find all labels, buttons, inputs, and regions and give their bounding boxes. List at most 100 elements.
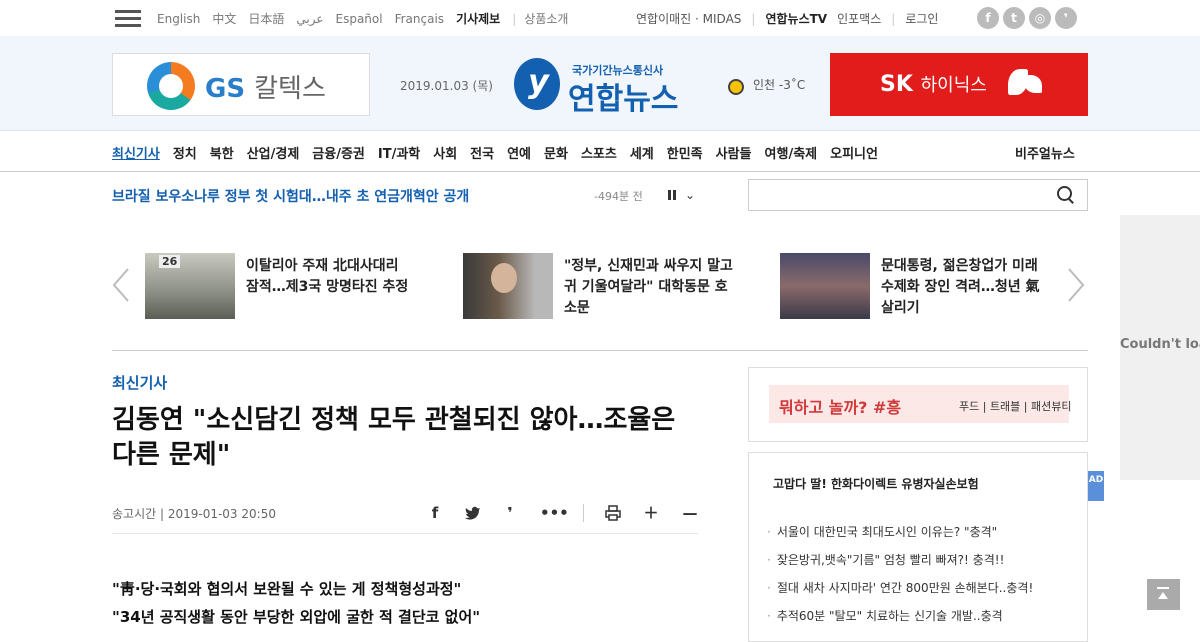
nav-item-travel[interactable]: 여행/축제	[765, 143, 818, 162]
divider: |	[751, 12, 756, 26]
yonhap-logo[interactable]: 국가기간뉴스통신사 연합뉴스	[514, 56, 694, 117]
nav-item-politics[interactable]: 정치	[173, 143, 197, 162]
lang-japanese[interactable]: 日本語	[248, 12, 284, 26]
carousel-thumbnail	[463, 253, 553, 319]
report-link[interactable]: 기사제보	[456, 12, 500, 26]
sk-butterfly-icon	[1008, 69, 1044, 99]
carousel-card[interactable]: 이탈리아 주재 北대사대리 잠적…제3국 망명타진 추정	[145, 253, 445, 319]
search-input[interactable]	[749, 180, 1049, 210]
lang-english[interactable]: English	[157, 12, 200, 26]
top-utility-bar: English 中文 日本語 عربي Español Français 기사제보 | 상품소개…	[0, 0, 1200, 36]
imazine-midas-link[interactable]: 연합이매진 · MIDAS	[636, 12, 741, 26]
kakao-share-icon[interactable]: ❜	[499, 502, 521, 524]
nav-item-it[interactable]: IT/과학	[378, 143, 420, 162]
nav-item-visual-news[interactable]: 비주얼뉴스	[1015, 143, 1075, 162]
ad-badge[interactable]: AD	[1088, 471, 1104, 501]
more-icon[interactable]: •••	[540, 502, 569, 524]
nav-item-finance[interactable]: 금융/증권	[312, 143, 365, 162]
carousel-card[interactable]: "정부, 신재민과 싸우지 말고 귀 기울여달라" 대학동문 호소문	[463, 253, 763, 319]
nav-item-sports[interactable]: 스포츠	[581, 143, 617, 162]
main-nav: 최신기사 정치 북한 산업/경제 금융/증권 IT/과학 사회 전국 연예 문화 스포츠 세계 한민족 사…	[0, 131, 1200, 172]
sidebar-ad-list: 고맙다 딸! 한화다이렉트 유병자실손보험 서울이 대한민국 최대도시인 이유는…	[748, 452, 1088, 642]
nav-item-society[interactable]: 사회	[433, 143, 457, 162]
carousel-card-title: 문대통령, 젊은창업가 미래 수제화 장인 격려…청년 氣살리기	[881, 258, 1040, 316]
instagram-icon[interactable]: ◎	[1029, 7, 1051, 29]
sidebar-ad-item[interactable]: 잦은방귀,뱃속"기름" 엄청 빨리 빠져?! 충격!!	[767, 551, 1033, 568]
carousel-prev-icon[interactable]	[112, 268, 130, 302]
nav-item-national[interactable]: 전국	[470, 143, 494, 162]
infomax-link[interactable]: 인포맥스	[837, 12, 881, 26]
divider: |	[891, 12, 896, 26]
nav-item-north-korea[interactable]: 북한	[210, 143, 234, 162]
menu-icon[interactable]	[115, 10, 141, 28]
font-decrease-icon[interactable]: —	[679, 502, 701, 524]
divider	[112, 533, 698, 534]
lang-arabic[interactable]: عربي	[296, 12, 323, 26]
ticker-time: -494분 전	[594, 190, 643, 203]
nav-item-people[interactable]: 사람들	[716, 143, 752, 162]
carousel-card[interactable]: 문대통령, 젊은창업가 미래 수제화 장인 격려…청년 氣살리기	[780, 253, 1080, 319]
sk-hynix-ad[interactable]: SK 하이닉스	[830, 53, 1088, 116]
site-header: GS 칼텍스 2019.01.03 (목) 국가기간뉴스통신사 연합뉴스 인천 …	[0, 36, 1200, 131]
facebook-icon[interactable]: f	[977, 7, 999, 29]
news-carousel: 이탈리아 주재 北대사대리 잠적…제3국 망명타진 추정 "정부, 신재민과 싸…	[112, 240, 1088, 340]
social-links: f t ◎ ❜	[977, 7, 1081, 29]
yonhap-logo-icon	[514, 58, 560, 110]
sidebar-ad-item[interactable]: 서울이 대한민국 최대도시인 이유는? "충격"	[767, 523, 1033, 540]
weather-text: 인천 -3˚C	[753, 78, 806, 92]
carousel-card-title: 이탈리아 주재 北대사대리 잠적…제3국 망명타진 추정	[246, 258, 409, 295]
twitter-icon[interactable]: t	[1003, 7, 1025, 29]
nav-item-latest[interactable]: 최신기사	[112, 143, 160, 162]
kakao-icon[interactable]: ❜	[1055, 7, 1077, 29]
carousel-next-icon[interactable]	[1067, 268, 1085, 302]
nav-item-opinion[interactable]: 오피니언	[830, 143, 878, 162]
pause-icon[interactable]	[667, 189, 679, 201]
breaking-ticker[interactable]: 브라질 보우소나루 정부 첫 시험대…내주 초 연금개혁안 공개	[112, 186, 469, 206]
current-date: 2019.01.03 (목)	[400, 79, 493, 93]
divider	[112, 350, 1088, 351]
language-links: English 中文 日本語 عربي Español Français 기사제보 | 상품소개	[157, 10, 580, 27]
ad-banner-image: 뭐하고 놀까? #흥 푸드 | 트래블 | 패션뷰티	[769, 385, 1072, 423]
sk-ad-text: SK 하이닉스	[880, 72, 987, 97]
carousel-thumbnail	[145, 253, 235, 319]
service-links: 연합이매진 · MIDAS | 연합뉴스TV 인포맥스 | 로그인	[636, 10, 948, 27]
right-ad-placeholder: Couldn't load	[1120, 215, 1200, 480]
lang-french[interactable]: Français	[395, 12, 444, 26]
gs-ad-text: GS 칼텍스	[205, 74, 326, 104]
divider: |	[512, 12, 517, 26]
sun-icon	[723, 74, 745, 96]
logo-title: 연합뉴스	[568, 82, 679, 117]
article-subhead: "34년 공직생활 동안 부당한 외압에 굴한 적 결단코 없어"	[112, 608, 481, 626]
login-link[interactable]: 로그인	[905, 12, 938, 26]
lang-chinese[interactable]: 中文	[212, 12, 236, 26]
search-icon[interactable]	[1057, 186, 1075, 204]
article-headline: 김동연 "소신담긴 정책 모두 관철되진 않아…조율은 다른 문제"	[112, 405, 676, 470]
search-box	[748, 179, 1088, 211]
nav-item-entertainment[interactable]: 연예	[507, 143, 531, 162]
gs-caltex-ad[interactable]: GS 칼텍스	[112, 53, 370, 116]
ad-banner-tags: 푸드 | 트래블 | 패션뷰티	[959, 400, 1072, 413]
product-link[interactable]: 상품소개	[524, 12, 568, 26]
font-increase-icon[interactable]: ＋	[640, 502, 662, 524]
carousel-card-title: "정부, 신재민과 싸우지 말고 귀 기울여달라" 대학동문 호소문	[564, 258, 733, 316]
sidebar-ad-banner[interactable]: 뭐하고 놀까? #흥 푸드 | 트래블 | 패션뷰티	[748, 367, 1088, 442]
article-category[interactable]: 최신기사	[112, 372, 167, 393]
article-subhead: "靑·당·국회와 협의서 보완될 수 있는 게 정책형성과정"	[112, 580, 462, 598]
sidebar-ad-title[interactable]: 고맙다 딸! 한화다이렉트 유병자실손보험	[773, 475, 979, 492]
divider	[583, 504, 584, 522]
scroll-to-top-button[interactable]	[1147, 579, 1180, 610]
nav-item-culture[interactable]: 문화	[544, 143, 568, 162]
twitter-share-icon[interactable]	[462, 502, 484, 524]
lang-spanish[interactable]: Español	[336, 12, 383, 26]
facebook-share-icon[interactable]: f	[424, 502, 446, 524]
ad-banner-title: 뭐하고 놀까? #흥	[779, 398, 902, 417]
sidebar-ad-item[interactable]: 절대 새차 사지마라' 연간 800만원 손해본다..충격!	[767, 579, 1033, 596]
tv-link[interactable]: 연합뉴스TV	[765, 12, 827, 26]
nav-item-korean-diaspora[interactable]: 한민족	[667, 143, 703, 162]
chevron-down-icon[interactable]: ⌄	[685, 188, 695, 202]
nav-item-economy[interactable]: 산업/경제	[247, 143, 300, 162]
print-icon[interactable]	[602, 502, 624, 524]
nav-item-world[interactable]: 세계	[630, 143, 654, 162]
publish-time: 송고시간 | 2019-01-03 20:50	[112, 507, 276, 521]
sidebar-ad-item[interactable]: 추적60분 "탈모" 치료하는 신기술 개발..충격	[767, 607, 1033, 624]
